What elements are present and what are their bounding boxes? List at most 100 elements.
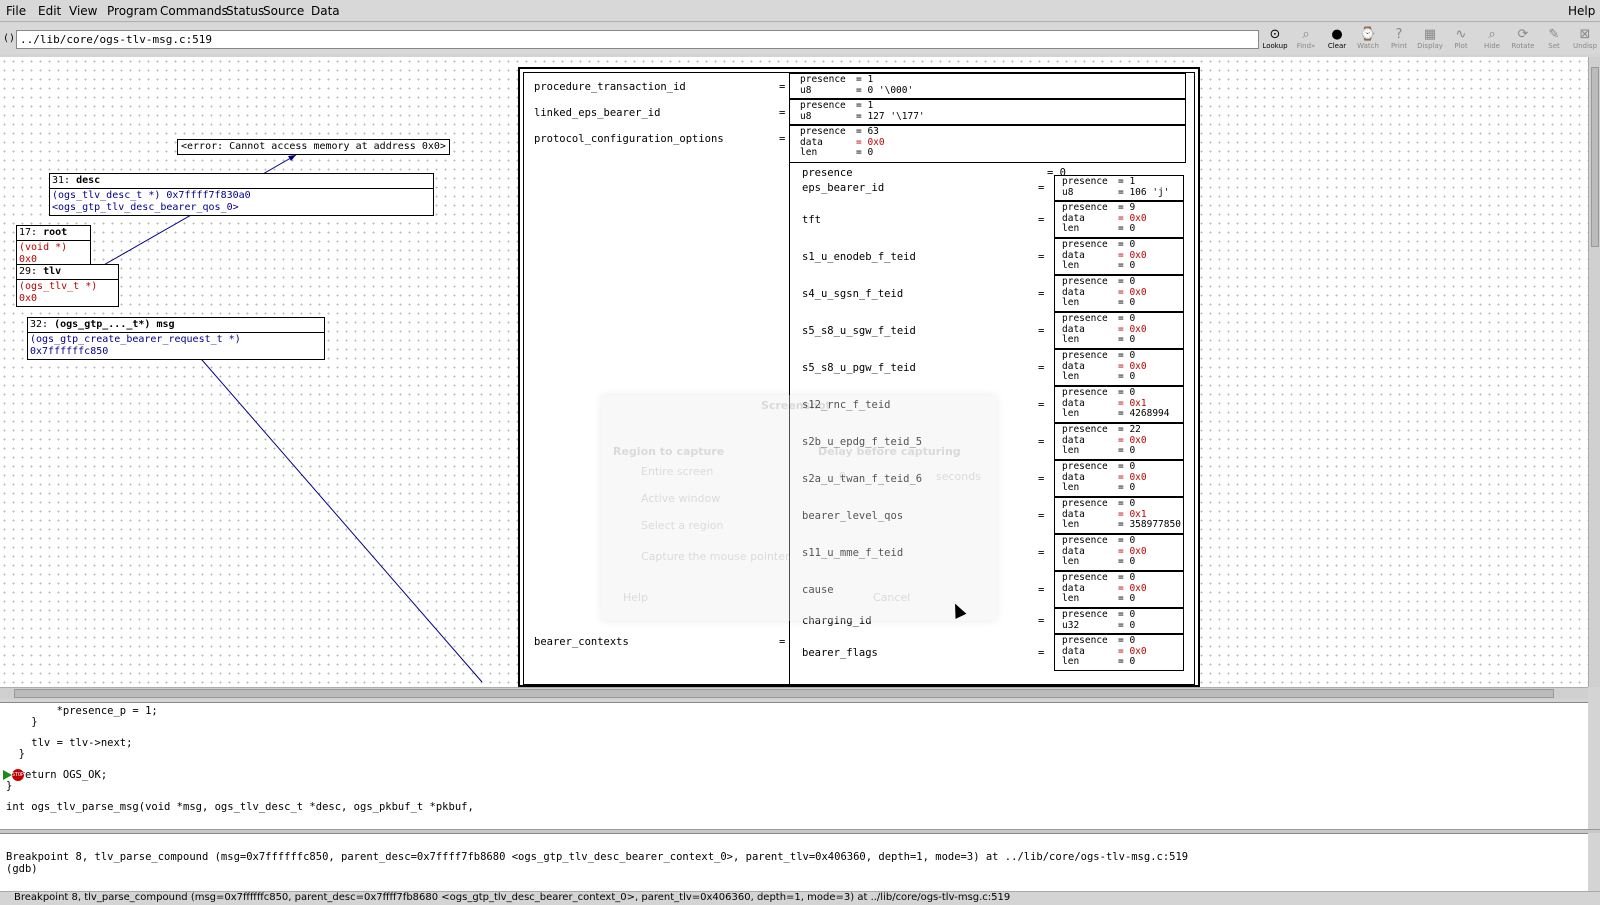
toolbar-hide-button[interactable]: ⌕ Hide [1477,27,1507,52]
error-text: <error: Cannot access memory at address … [181,141,446,152]
find-icon: ⌕ [1302,27,1310,42]
status-bar: Breakpoint 8, tlv_parse_compound (msg=0x… [0,891,1600,905]
toolbar-clear-button[interactable]: ● Clear [1322,27,1352,52]
menu-edit[interactable]: Edit [38,4,61,18]
menu-source[interactable]: Source [263,4,304,18]
menu-file[interactable]: File [6,4,26,18]
field-value: = 1 [1118,176,1136,187]
toolbar-print-button[interactable]: ? Print [1384,27,1414,52]
struct-field-equals: = [779,107,786,119]
ghost-entire: Entire screen [641,465,714,478]
toolbar-watch-button[interactable]: ⌚ Watch [1353,27,1383,52]
node-value: (ogs_gtp_create_bearer_request_t *) 0x7f… [30,334,241,357]
source-line[interactable]: } [6,780,12,792]
bearer-field-box: presence = 1 u8 = 106 'j' [1054,175,1184,201]
bearer-field-equals: = [1038,182,1045,194]
toolbar-find-button[interactable]: ⌕ Find» [1291,27,1321,52]
breakpoint-stop-icon[interactable]: STOP [12,769,24,781]
field-value: = 0 [1118,619,1136,631]
bearer-field-box: presence = 0 data = 0x0 len = 0 [1054,460,1184,497]
bearer-presence-label: presence [802,167,853,179]
field-value: = 63 [856,126,879,137]
canvas-horizontal-scrollbar[interactable] [0,687,1588,699]
bearer-field-box: presence = 0 data = 0x0 len = 0 [1054,634,1184,671]
bearer-field-name: s1_u_enodeb_f_teid [802,250,916,263]
field-value: = 0 [1118,387,1136,398]
bearer-field-box: presence = 0 data = 0x0 len = 0 [1054,349,1184,386]
toolbar-set-button[interactable]: ✎ Set [1539,27,1569,52]
field-value: = 0x0 [1118,645,1147,657]
bearer-field-equals: = [1038,398,1045,411]
node-name: (ogs_gtp_..._t*) msg [54,319,175,330]
toolbar-label: Set [1548,42,1560,50]
struct-field-box: presence = 1 u8 = 0 '\000' [789,73,1186,99]
field-value: = 0x0 [1118,545,1147,557]
field-value: = 0 [1118,556,1136,567]
menu-program[interactable]: Program [107,4,158,18]
menu-status[interactable]: Status [226,4,264,18]
console-prompt[interactable]: (gdb) [6,863,44,875]
toolbar-lookup-button[interactable]: ⊙ Lookup [1260,27,1290,52]
console-line: Breakpoint 8, tlv_parse_compound (msg=0x… [6,851,1189,863]
print-icon: ? [1395,27,1403,42]
node-value: (ogs_tlv_desc_t *) 0x7ffff7f830a0 <ogs_g… [52,190,251,213]
struct-field-equals: = [779,636,786,648]
field-value: = 0 [1118,239,1136,250]
desc-node[interactable]: 31: desc (ogs_tlv_desc_t *) 0x7ffff7f830… [49,173,434,216]
root-node[interactable]: 17: root (void *) 0x0 [16,225,91,268]
bearer-field-equals: = [1038,435,1045,448]
field-key: presence [800,100,846,111]
ghost-delay-val: 0 [839,470,846,483]
toolbar-plot-button[interactable]: ∿ Plot [1446,27,1476,52]
field-value: = 0 [1118,223,1136,234]
scroll-thumb[interactable] [1591,67,1599,247]
source-line[interactable]: int ogs_tlv_parse_msg(void *msg, ogs_tlv… [6,801,474,813]
node-number: 32: [30,319,49,330]
field-value: = 0x0 [1118,471,1147,483]
toolbar-display-button[interactable]: ▦ Display [1415,27,1445,52]
field-key: presence [1062,498,1108,509]
toolbar-undisp-button[interactable]: ⊠ Undisp [1570,27,1600,52]
execution-arrow-icon [3,770,12,780]
bearer-field-name: s5_s8_u_pgw_f_teid [802,361,916,374]
gdb-console[interactable]: Breakpoint 8, tlv_parse_compound (msg=0x… [0,833,1588,893]
canvas-vertical-scrollbar[interactable] [1588,57,1600,687]
menu-commands[interactable]: Commands [160,4,228,18]
bearer-field-box: presence = 22 data = 0x0 len = 0 [1054,423,1184,460]
error-node[interactable]: <error: Cannot access memory at address … [177,139,450,155]
display-icon: ▦ [1423,27,1437,42]
toolbar-rotate-button[interactable]: ⟳ Rotate [1508,27,1538,52]
bearer-field-equals: = [1038,324,1045,337]
plot-icon: ∿ [1455,27,1467,42]
field-key: presence [1062,276,1108,287]
struct-field-name: bearer_contexts [534,636,629,648]
source-window[interactable]: *presence_p = 1; } tlv = tlv->next; } re… [0,702,1588,829]
menu-view[interactable]: View [69,4,97,18]
bearer-field-box: presence = 0 data = 0x0 len = 0 [1054,312,1184,349]
argument-input[interactable]: ../lib/core/ogs-tlv-msg.c:519 [16,30,1259,49]
bearer-field-name: bearer_flags [802,646,878,659]
bearer-field-box: presence = 0 data = 0x0 len = 0 [1054,238,1184,275]
struct-field-equals: = [779,133,786,145]
field-key: len [1062,519,1080,530]
struct-field-name: procedure_transaction_id [534,81,686,93]
field-value: = 0 [1118,656,1136,667]
node-name: desc [76,175,101,186]
menu-data[interactable]: Data [311,4,340,18]
source-line[interactable]: } [6,716,37,728]
source-line[interactable]: } [6,748,25,760]
data-display-canvas[interactable]: <error: Cannot access memory at address … [0,57,1588,687]
toolbar-label: Print [1390,42,1408,50]
ghost-help: Help [623,591,649,604]
tlv-node[interactable]: 29: tlv (ogs_tlv_t *) 0x0 [16,264,119,307]
bearer-field-box: presence = 0 data = 0x0 len = 0 [1054,534,1184,571]
msg-node[interactable]: 32: (ogs_gtp_..._t*) msg (ogs_gtp_create… [27,317,325,360]
field-value: = 0 [1118,635,1136,646]
scroll-thumb[interactable] [14,689,1554,698]
field-value: = 0 [1118,371,1136,382]
field-key: len [1062,297,1080,308]
ghost-select: Select a region [641,519,724,532]
field-value: = 22 [1118,424,1141,435]
field-key: len [800,147,818,158]
menu-help[interactable]: Help [1568,4,1595,18]
